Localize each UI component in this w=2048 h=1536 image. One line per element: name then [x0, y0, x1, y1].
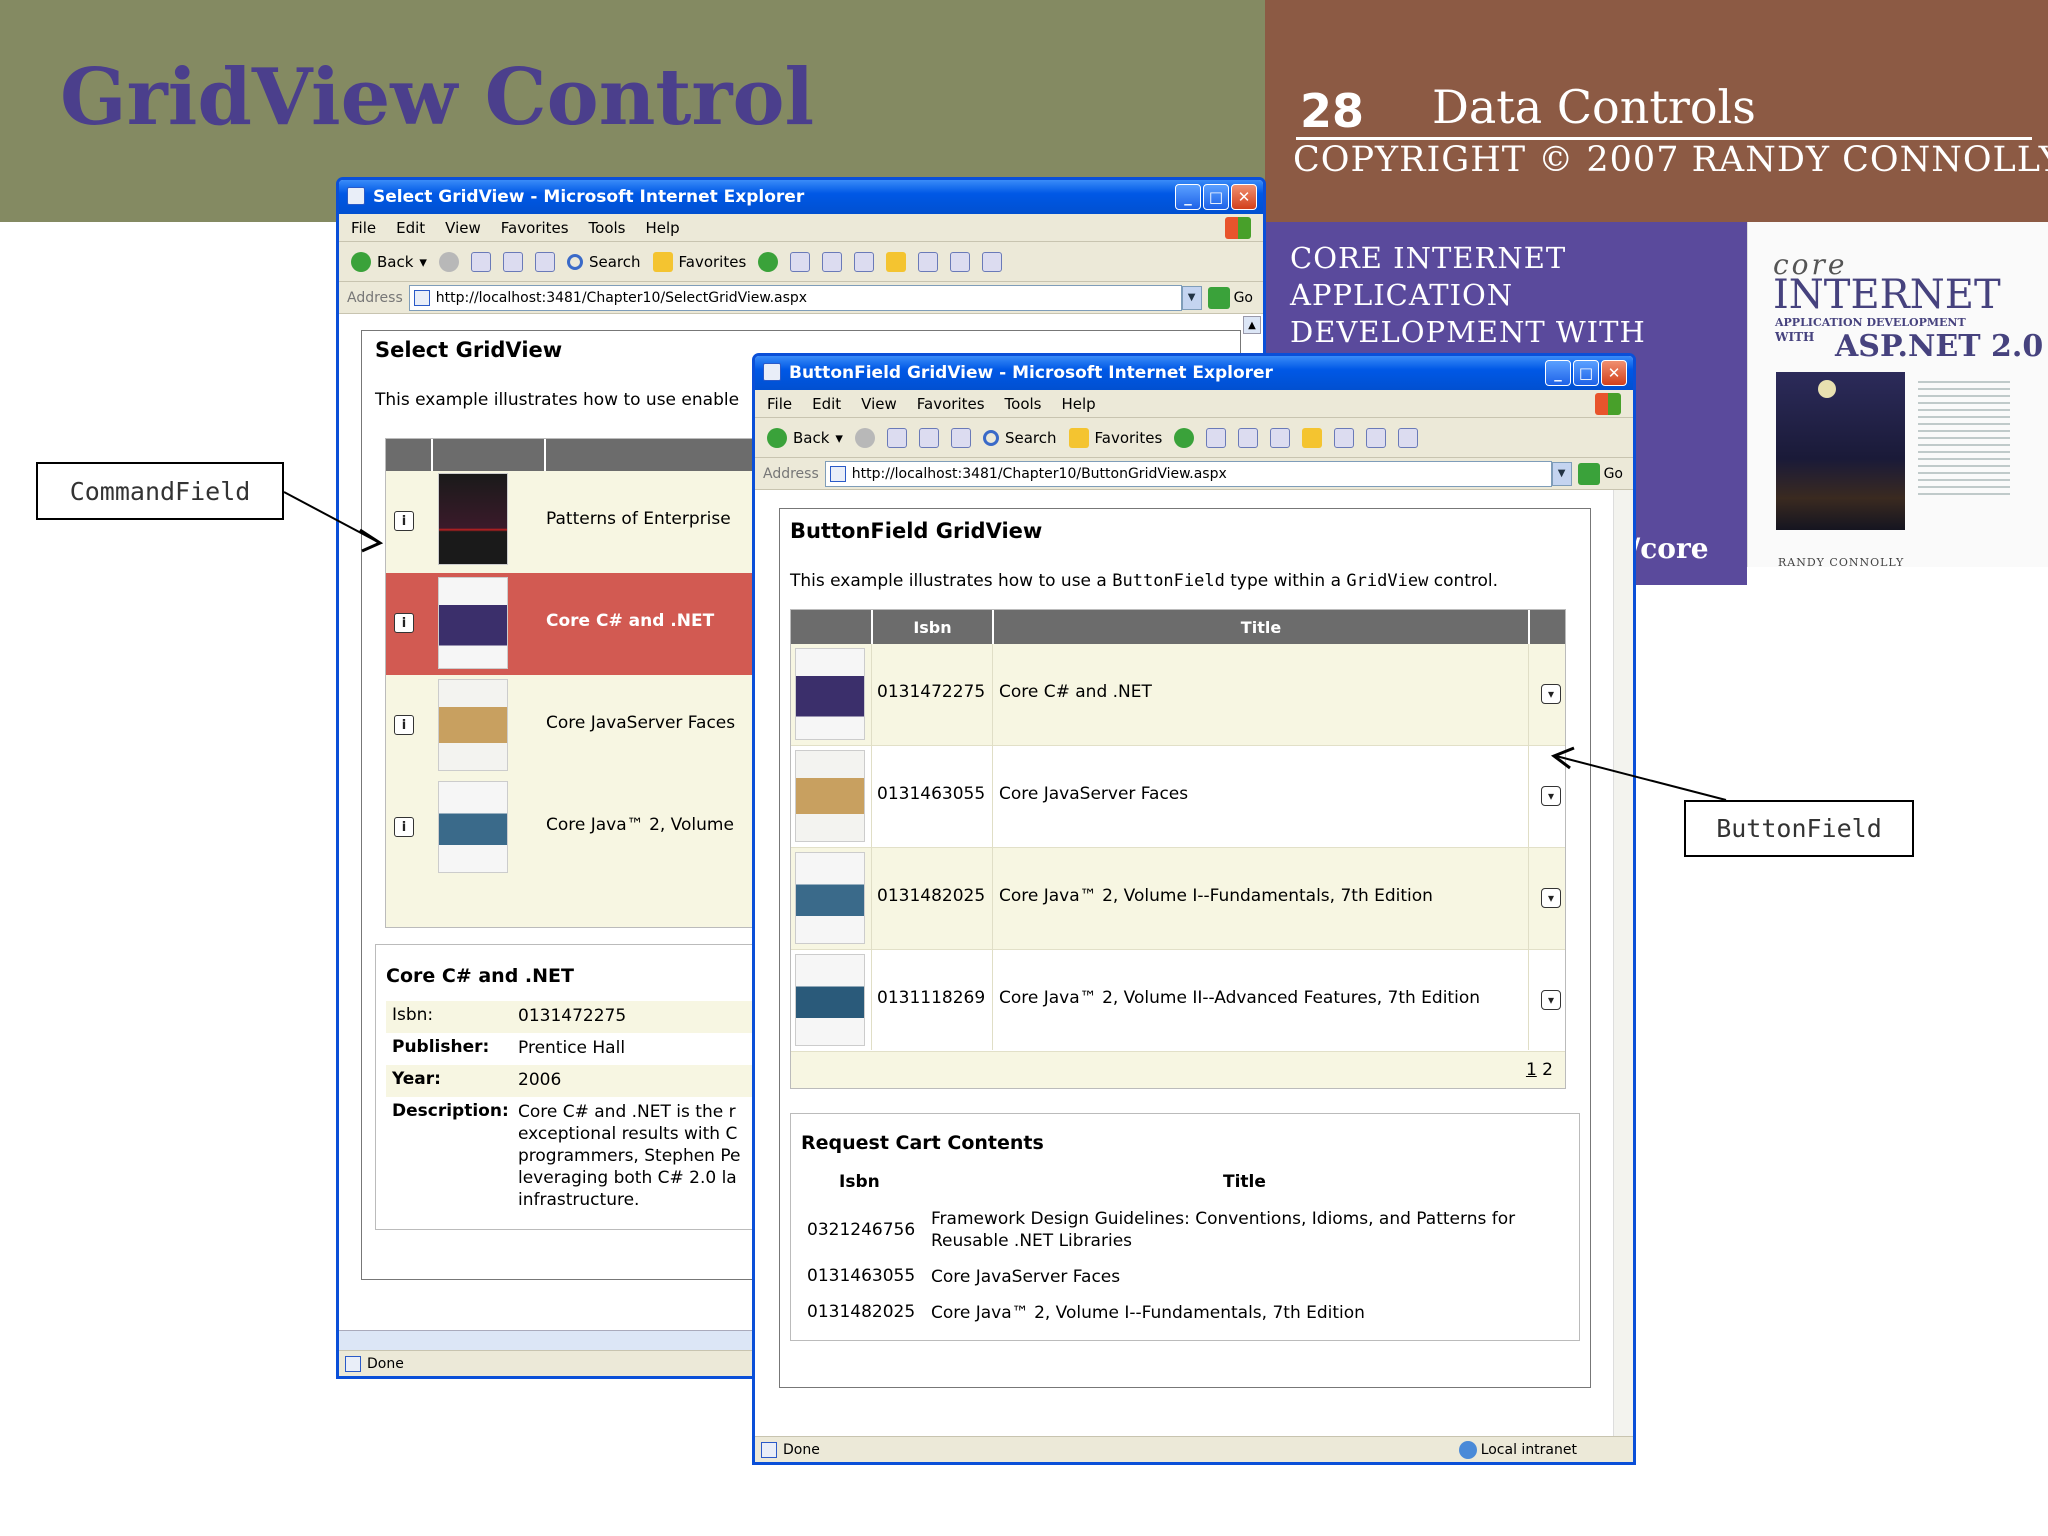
- callout-arrows: [283, 491, 1727, 801]
- arrow-head-commandfield: [359, 528, 384, 553]
- arrow-to-commandfield: [283, 491, 379, 543]
- arrow-to-buttonfield: [1555, 755, 1727, 801]
